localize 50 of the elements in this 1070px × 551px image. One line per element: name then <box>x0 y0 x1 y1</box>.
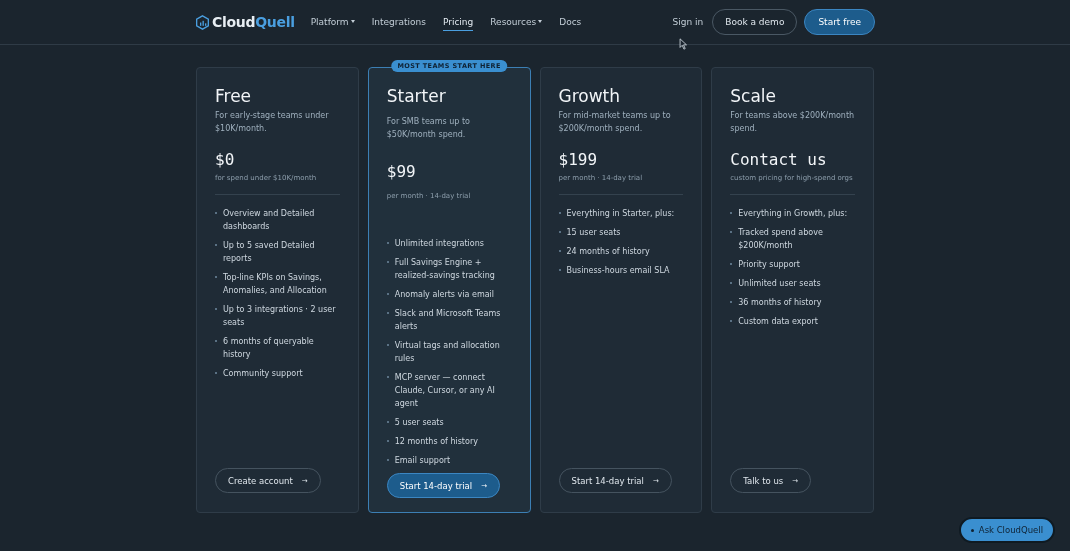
feature-text: Unlimited integrations <box>394 238 484 250</box>
nav-link[interactable]: Pricing <box>442 13 474 31</box>
feature-text: 6 months of queryable history <box>223 336 315 361</box>
feature-text: Overview and Detailed dashboards <box>223 208 316 233</box>
logo-text[interactable]: CloudQuell <box>212 14 295 30</box>
cursor-icon <box>679 38 688 50</box>
ask-assistant-button[interactable]: Ask CloudQuell <box>958 517 1055 543</box>
feature-text: 12 months of history <box>394 436 478 448</box>
feature-text: Virtual tags and allocation rules <box>394 340 501 365</box>
feature-text: Custom data export <box>738 316 818 328</box>
plan-price: $99 <box>386 162 416 181</box>
plan-price: $0 <box>215 150 236 169</box>
plan-name: Scale <box>730 86 777 106</box>
feature-text: MCP server — connect Claude, Cursor, or any AI agent <box>394 372 496 410</box>
plan-description: For mid-market teams up to $200K/month spend. <box>558 110 672 135</box>
nav-link[interactable]: Resources <box>490 13 543 31</box>
feature-text: Anomaly alerts via email <box>394 289 495 301</box>
feature-text: Up to 5 saved Detailed reports <box>223 240 316 265</box>
feature-text: Up to 3 integrations · 2 user seats <box>223 304 337 329</box>
sign-in-link[interactable]: Sign in <box>672 17 704 27</box>
feature-text: 24 months of history <box>566 246 650 258</box>
feature-text: Community support <box>223 368 303 380</box>
plan-price: $199 <box>558 150 599 169</box>
feature-text: 5 user seats <box>394 417 444 429</box>
plan-name: Free <box>215 86 253 106</box>
feature-text: Email support <box>394 455 451 467</box>
plan-description: For early-stage teams under $10K/month. <box>215 110 330 135</box>
start-free-button[interactable]: Start free <box>804 9 875 35</box>
plan-price: Contact us <box>730 150 828 169</box>
feature-text: Everything in Growth, plus: <box>738 208 848 220</box>
feature-text: Priority support <box>738 259 800 271</box>
feature-text: 15 user seats <box>566 227 621 239</box>
nav-link[interactable]: Docs <box>559 13 582 31</box>
logo-icon <box>195 14 210 30</box>
plan-name: Growth <box>558 86 622 106</box>
nav-link[interactable]: Integrations <box>371 13 426 31</box>
feature-text: 36 months of history <box>738 297 822 309</box>
feature-text: Slack and Microsoft Teams alerts <box>394 308 502 333</box>
feature-text: Unlimited user seats <box>738 278 821 290</box>
feature-text: Everything in Starter, plus: <box>566 208 675 220</box>
plan-name: Starter <box>386 86 446 106</box>
feature-text: Tracked spend above $200K/month <box>738 227 824 252</box>
plan-description: For SMB teams up to $50K/month spend. <box>386 116 471 141</box>
caret-icon <box>538 20 543 23</box>
feature-text: Business-hours email SLA <box>566 265 670 277</box>
feature-text: Full Savings Engine + realized-savings tracking <box>394 257 496 282</box>
feature-text: Top-line KPIs on Savings, Anomalies, and Allocation <box>223 272 328 297</box>
nav-link[interactable]: Platform <box>310 13 355 31</box>
plan-description: For teams above $200K/month spend. <box>730 110 855 135</box>
caret-icon <box>350 20 355 23</box>
